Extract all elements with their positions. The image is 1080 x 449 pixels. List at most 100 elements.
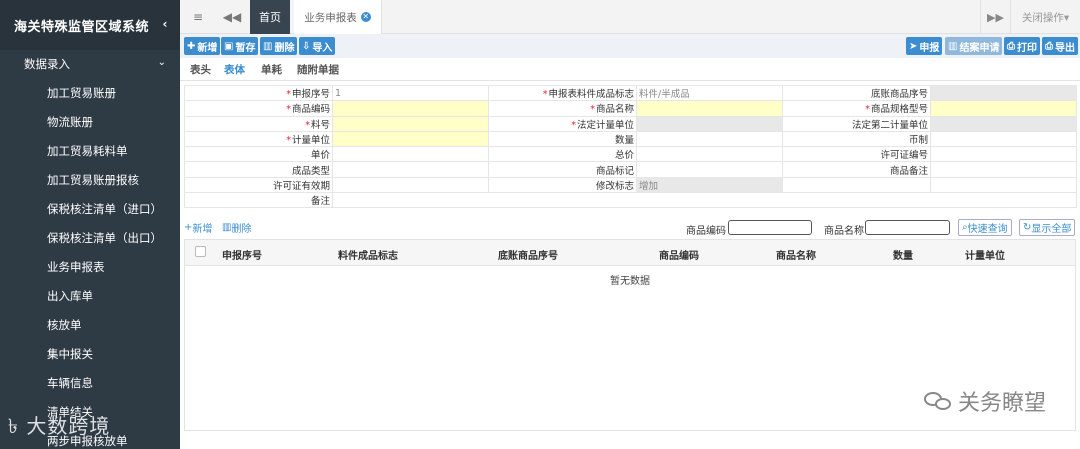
menu-toggle-icon[interactable]: ≡ [182,0,214,34]
grid-add-button[interactable]: + 新增 [184,220,212,235]
product-type-field[interactable] [332,161,489,178]
form-row: *申报序号 1 *申报表料件成品标志 料件/半成品 底账商品序号 [184,84,1077,102]
scroll-left-icon[interactable]: ◀◀ [216,0,248,34]
field-label: 许可证有效期 [184,176,333,194]
legal-unit-field[interactable] [636,115,783,132]
sidebar-menu: 加工贸易账册 物流账册 加工贸易耗料单 加工贸易账册报核 保税核注清单（进口） … [0,78,180,449]
search-name-input[interactable] [865,220,950,235]
tab-header[interactable]: 表头 [190,62,211,77]
show-all-button[interactable]: ↻ 显示全部 [1019,219,1076,236]
sidebar-item-logistics-ledger[interactable]: 物流账册 [0,107,180,136]
sidebar-item-warehouse-receipt[interactable]: 出入库单 [0,281,180,310]
quantity-field[interactable] [636,130,783,148]
commodity-spec-field[interactable] [930,100,1077,117]
part-number-field[interactable] [332,115,489,132]
declaration-seq-field[interactable]: 1 [332,84,489,102]
quick-search-button[interactable]: ⌕ 快速查询 [958,219,1012,236]
declare-button[interactable]: ➤ 申报 [906,37,943,55]
save-draft-label: 暂存 [235,42,256,54]
total-price-field[interactable] [636,146,783,163]
unit-price-field[interactable] [332,146,489,163]
modify-flag-field[interactable]: 增加 [636,176,783,194]
form-row: *计量单位 数量 币制 [184,130,1077,148]
grid-delete-label: 删除 [231,224,252,235]
material-flag-field[interactable]: 料件/半成品 [636,84,783,102]
sidebar-item-processing-trade-ledger[interactable]: 加工贸易账册 [0,78,180,107]
watermark-right-text: 关务瞭望 [957,391,1046,416]
print-icon: ⎙ [1007,40,1015,52]
save-draft-button[interactable]: ▣ 暂存 [221,37,259,55]
grid-toolbar: + 新增 ▥ 删除 商品编码 商品名称 ⌕ 快速查询 ↻ 显示全部 [184,218,1076,238]
commodity-code-field[interactable] [332,100,489,117]
sidebar-item-ledger-verification[interactable]: 加工贸易账册报核 [0,165,180,194]
remark-field[interactable] [332,192,1077,209]
close-apply-button[interactable]: ▥ 结案申请 [945,37,1003,55]
export-button[interactable]: ⎙ 导出 [1042,37,1078,55]
license-validity-field[interactable] [332,176,489,194]
unit-field[interactable] [332,130,489,148]
tab-attachments[interactable]: 随附单据 [297,62,339,77]
sidebar-item-label: 业务申报表 [47,259,105,274]
add-label: 新增 [197,42,218,54]
add-button[interactable]: ✚ 新增 [184,37,221,55]
sidebar-item-vehicle-info[interactable]: 车辆信息 [0,368,180,397]
sidebar-item-bonded-list-import[interactable]: 保税核注清单（进口） [0,194,180,223]
form-row: 许可证有效期 修改标志 增加 [184,176,1077,194]
grid-add-label: 新增 [192,224,213,235]
field-label: *料号 [184,115,333,132]
tab-bar: ≡ ◀◀ 首页 业务申报表 ✕ ▶▶ 关闭操作▾ [180,0,1080,34]
tab-business-declaration[interactable]: 业务申报表 ✕ [294,0,382,34]
license-number-field[interactable] [930,146,1077,163]
field-label: 修改标志 [488,176,637,194]
column-header[interactable]: 商品名称 [776,247,816,262]
quick-search-label: 快速查询 [967,224,1008,235]
sidebar-item-consumption-sheet[interactable]: 加工贸易耗料单 [0,136,180,165]
print-button[interactable]: ⎙ 打印 [1004,37,1040,55]
column-header[interactable]: 数量 [893,247,913,262]
column-header[interactable]: 申报序号 [222,247,262,262]
scroll-right-icon[interactable]: ▶▶ [980,0,1010,34]
legal-second-unit-field[interactable] [930,115,1077,132]
form-row: 备注 [184,192,1077,209]
close-tab-icon[interactable]: ✕ [360,12,371,22]
grid-header: 申报序号 料件成品标志 底账商品序号 商品编码 商品名称 数量 计量单位 [185,240,1075,266]
sidebar: 海关特殊监管区域系统 ‹ 数据录入 ⌄ 加工贸易账册 物流账册 加工贸易耗料单 … [0,0,180,449]
import-label: 导入 [312,42,333,54]
sub-tabs: 表头 表体 单耗 随附单据 [180,58,1080,81]
search-code-input[interactable] [728,220,812,235]
plus-icon: + [184,222,193,233]
currency-field[interactable] [930,130,1077,148]
collapse-sidebar-icon[interactable]: ‹ [163,17,168,31]
commodity-name-field[interactable] [636,100,783,117]
delete-button[interactable]: ▥ 删除 [260,37,298,55]
tab-consumption[interactable]: 单耗 [261,62,282,77]
import-button[interactable]: ⇩ 导入 [299,37,336,55]
sidebar-item-bonded-list-export[interactable]: 保税核注清单（出口） [0,223,180,252]
column-header[interactable]: 料件成品标志 [338,247,398,262]
close-apply-label: 结案申请 [959,42,1000,54]
tab-home[interactable]: 首页 [250,0,290,34]
select-all-checkbox[interactable] [195,246,206,257]
app-root: 海关特殊监管区域系统 ‹ 数据录入 ⌄ 加工贸易账册 物流账册 加工贸易耗料单 … [0,0,1080,449]
close-operations-dropdown[interactable]: 关闭操作▾ [1010,0,1080,34]
tab-body[interactable]: 表体 [224,62,245,77]
sidebar-item-label: 出入库单 [47,288,93,303]
empty-cell [930,176,1077,194]
field-label: 总价 [488,146,637,163]
sidebar-item-release-note[interactable]: 核放单 [0,310,180,339]
ledger-item-seq-field[interactable] [930,84,1077,102]
commodity-remark-field[interactable] [930,161,1077,178]
field-label: 底账商品序号 [782,84,931,102]
sidebar-item-centralized-declaration[interactable]: 集中报关 [0,339,180,368]
sidebar-group-data-entry[interactable]: 数据录入 ⌄ [0,50,180,78]
column-header[interactable]: 底账商品序号 [498,247,558,262]
column-header[interactable]: 商品编码 [659,247,699,262]
grid-delete-button[interactable]: ▥ 删除 [222,220,251,235]
commodity-mark-field[interactable] [636,161,783,178]
system-title-text: 海关特殊监管区域系统 [14,19,150,35]
sidebar-item-business-declaration[interactable]: 业务申报表 [0,252,180,281]
watermark-text: 大数跨境 [26,414,111,438]
watermark-wechat: 关务瞭望 [923,385,1046,417]
trash-icon: ▥ [263,40,273,52]
column-header[interactable]: 计量单位 [965,247,1005,262]
